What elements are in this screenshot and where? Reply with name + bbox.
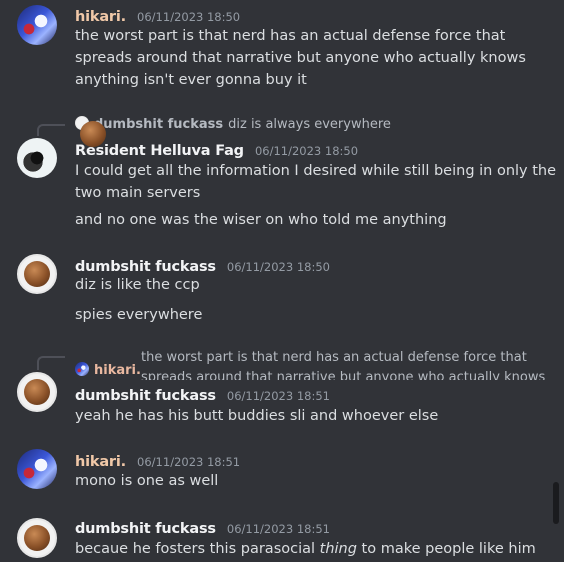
username[interactable]: dumbshit fuckass: [75, 521, 216, 537]
reply-spine: [37, 124, 65, 136]
reply-text: the worst part is that nerd has an actua…: [141, 350, 527, 365]
message: hikari. 06/11/2023 18:50 the worst part …: [0, 0, 550, 100]
reply-preview[interactable]: hikari.: [75, 362, 146, 380]
message-text: anything isn't ever gonna buy it: [75, 72, 307, 88]
username[interactable]: dumbshit fuckass: [75, 388, 216, 404]
timestamp: 06/11/2023 18:50: [254, 144, 359, 158]
message-text: mono is one as well: [75, 473, 219, 489]
avatar[interactable]: [17, 138, 57, 178]
reply-spine: [37, 356, 65, 370]
avatar[interactable]: [17, 372, 57, 412]
timestamp: 06/11/2023 18:50: [226, 260, 330, 274]
message-text-part: to make people like him: [356, 541, 536, 557]
reply-author[interactable]: dumbshit fuckass: [94, 117, 223, 132]
message-text: I could get all the information I desire…: [75, 163, 557, 179]
message-text-italic: thing: [319, 541, 357, 557]
reply-author[interactable]: hikari.: [94, 363, 141, 378]
avatar[interactable]: [17, 449, 57, 489]
scrollbar-thumb[interactable]: [553, 482, 559, 524]
message-text: spreads around that narrative but anyone…: [75, 50, 526, 66]
reply-text: spreads around that narrative but anyone…: [141, 370, 546, 380]
message-text: and no one was the wiser on who told me …: [75, 212, 447, 228]
reply-text-clip: the worst part is that nerd has an actua…: [141, 349, 551, 380]
message-list: hikari. 06/11/2023 18:50 the worst part …: [0, 0, 564, 562]
message-text: diz is like the ccp: [75, 277, 200, 293]
reply-text: diz is always everywhere: [228, 117, 391, 132]
username[interactable]: hikari.: [75, 454, 126, 470]
message-text: spies everywhere: [75, 307, 203, 323]
message-text: becaue he fosters this parasocial thing …: [75, 538, 536, 560]
timestamp: 06/11/2023 18:51: [137, 455, 241, 469]
timestamp: 06/11/2023 18:51: [226, 522, 330, 536]
message-text-part: becaue he fosters this parasocial: [75, 541, 320, 557]
message-text: the worst part is that nerd has an actua…: [75, 28, 506, 44]
avatar: [75, 116, 89, 130]
username[interactable]: Resident Helluva Fag: [75, 143, 244, 159]
reply-preview[interactable]: dumbshit fuckass diz is always everywhere: [75, 116, 391, 134]
message-text: two main servers: [75, 185, 201, 201]
timestamp: 06/11/2023 18:50: [137, 10, 241, 24]
avatar[interactable]: [17, 254, 57, 294]
avatar[interactable]: [17, 518, 57, 558]
timestamp: 06/11/2023 18:51: [226, 389, 330, 403]
username[interactable]: dumbshit fuckass: [75, 259, 216, 275]
message-text: yeah he has his butt buddies sli and who…: [75, 408, 439, 424]
avatar[interactable]: [17, 5, 57, 45]
username[interactable]: hikari.: [75, 9, 126, 25]
avatar: [75, 362, 89, 376]
